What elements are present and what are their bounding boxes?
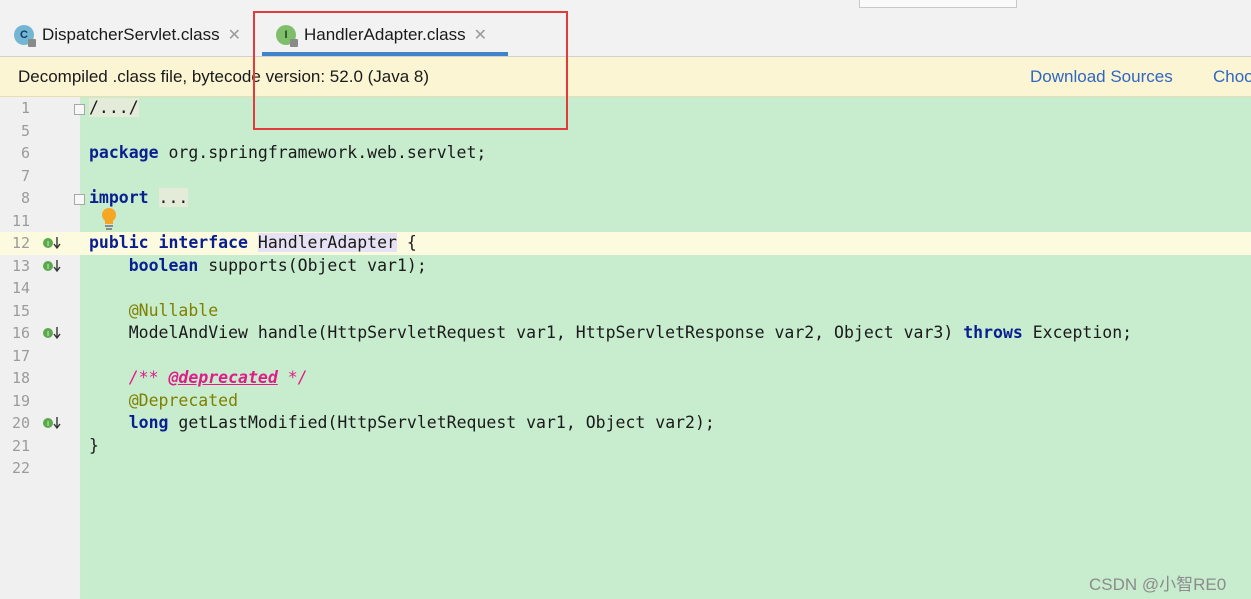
line-number: 22 bbox=[11, 459, 30, 477]
code-text: } bbox=[89, 435, 99, 458]
implemented-icon[interactable]: I bbox=[42, 258, 62, 274]
line-number: 16 bbox=[11, 324, 30, 342]
highlight-box bbox=[253, 11, 568, 130]
code-line: 15 @Nullable bbox=[0, 300, 1251, 323]
code-line-current: 12 I public interface HandlerAdapter { bbox=[0, 232, 1251, 255]
line-number: 14 bbox=[11, 279, 30, 297]
line-number: 11 bbox=[11, 212, 30, 230]
code-text: @Deprecated bbox=[89, 390, 238, 413]
line-number: 8 bbox=[20, 189, 30, 207]
line-number: 6 bbox=[20, 144, 30, 162]
lightbulb-icon[interactable] bbox=[100, 207, 118, 231]
svg-text:I: I bbox=[47, 420, 49, 428]
keyword: package bbox=[89, 143, 159, 162]
annotation: @Nullable bbox=[128, 301, 219, 320]
code-line: 19 @Deprecated bbox=[0, 390, 1251, 413]
implemented-icon[interactable]: I bbox=[42, 235, 62, 251]
folded-imports[interactable]: ... bbox=[158, 188, 189, 207]
line-number: 13 bbox=[11, 257, 30, 275]
code-text: /** @deprecated */ bbox=[89, 367, 308, 390]
code-line: 20 I long getLastModified(HttpServletReq… bbox=[0, 412, 1251, 435]
code-line: 16 I ModelAndView handle(HttpServletRequ… bbox=[0, 322, 1251, 345]
doc-comment: */ bbox=[277, 368, 308, 387]
line-number: 1 bbox=[20, 99, 30, 117]
download-sources-link[interactable]: Download Sources bbox=[1030, 67, 1173, 87]
tab-label: DispatcherServlet.class bbox=[42, 25, 220, 44]
package-name: org.springframework.web.servlet; bbox=[158, 143, 487, 162]
code-line: 6 package org.springframework.web.servle… bbox=[0, 142, 1251, 165]
search-field-fragment[interactable] bbox=[859, 0, 1017, 8]
keyword: public bbox=[89, 233, 149, 252]
line-number: 15 bbox=[11, 302, 30, 320]
doc-tag: @deprecated bbox=[168, 368, 278, 387]
line-number: 21 bbox=[11, 437, 30, 455]
method-signature: ModelAndView handle(HttpServletRequest v… bbox=[128, 323, 964, 342]
line-number: 17 bbox=[11, 347, 30, 365]
svg-text:I: I bbox=[47, 330, 49, 338]
code-text: ModelAndView handle(HttpServletRequest v… bbox=[89, 322, 1132, 345]
code-text: @Nullable bbox=[89, 300, 218, 323]
code-line: 11 bbox=[0, 210, 1251, 233]
method-signature: supports(Object var1); bbox=[198, 256, 427, 275]
line-number: 12 bbox=[11, 234, 30, 252]
top-toolbar-strip bbox=[0, 0, 1251, 15]
editor-tab-bar: C DispatcherServlet.class ✕ I HandlerAda… bbox=[0, 14, 1251, 57]
keyword: throws bbox=[963, 323, 1023, 342]
code-text: package org.springframework.web.servlet; bbox=[89, 142, 486, 165]
line-number: 20 bbox=[11, 414, 30, 432]
code-text: boolean supports(Object var1); bbox=[89, 255, 427, 278]
code-line: 13 I boolean supports(Object var1); bbox=[0, 255, 1251, 278]
annotation: @Deprecated bbox=[128, 391, 239, 410]
code-text: long getLastModified(HttpServletRequest … bbox=[89, 412, 715, 435]
line-number: 7 bbox=[20, 167, 30, 185]
code-text: /.../ bbox=[89, 97, 139, 120]
brace: { bbox=[396, 233, 417, 252]
code-line: 1 /.../ bbox=[0, 97, 1251, 120]
fold-toggle-icon[interactable] bbox=[74, 104, 85, 115]
code-line: 7 bbox=[0, 165, 1251, 188]
close-icon[interactable]: ✕ bbox=[228, 25, 241, 45]
doc-comment: /** bbox=[128, 368, 169, 387]
svg-text:I: I bbox=[47, 263, 49, 271]
interface-name: HandlerAdapter bbox=[257, 233, 397, 252]
implemented-icon[interactable]: I bbox=[42, 325, 62, 341]
exception-type: Exception; bbox=[1022, 323, 1133, 342]
method-signature: getLastModified(HttpServletRequest var1,… bbox=[168, 413, 715, 432]
code-line: 17 bbox=[0, 345, 1251, 368]
line-number: 5 bbox=[20, 122, 30, 140]
watermark: CSDN @小智RE0 bbox=[1089, 575, 1227, 594]
code-text: public interface HandlerAdapter { bbox=[89, 232, 417, 255]
choose-sources-link[interactable]: Choo bbox=[1213, 67, 1251, 87]
keyword: boolean bbox=[128, 256, 199, 275]
fold-toggle-icon[interactable] bbox=[74, 194, 85, 205]
line-number: 18 bbox=[11, 369, 30, 387]
implemented-icon[interactable]: I bbox=[42, 415, 62, 431]
code-line: 14 bbox=[0, 277, 1251, 300]
code-line: 21 } bbox=[0, 435, 1251, 458]
line-number: 19 bbox=[11, 392, 30, 410]
brace: } bbox=[89, 436, 99, 455]
keyword: interface bbox=[158, 233, 248, 252]
svg-text:I: I bbox=[47, 240, 49, 248]
folded-header[interactable]: /.../ bbox=[89, 98, 139, 117]
class-icon: C bbox=[14, 25, 36, 47]
keyword: import bbox=[89, 188, 149, 207]
code-line: 5 bbox=[0, 120, 1251, 143]
code-line: 18 /** @deprecated */ bbox=[0, 367, 1251, 390]
lock-icon bbox=[28, 39, 36, 47]
code-line: 8 import ... bbox=[0, 187, 1251, 210]
code-line: 22 bbox=[0, 457, 1251, 480]
tab-dispatcher-servlet[interactable]: C DispatcherServlet.class ✕ bbox=[14, 14, 241, 56]
decompiled-notice-banner: Decompiled .class file, bytecode version… bbox=[0, 57, 1251, 97]
keyword: long bbox=[128, 413, 169, 432]
